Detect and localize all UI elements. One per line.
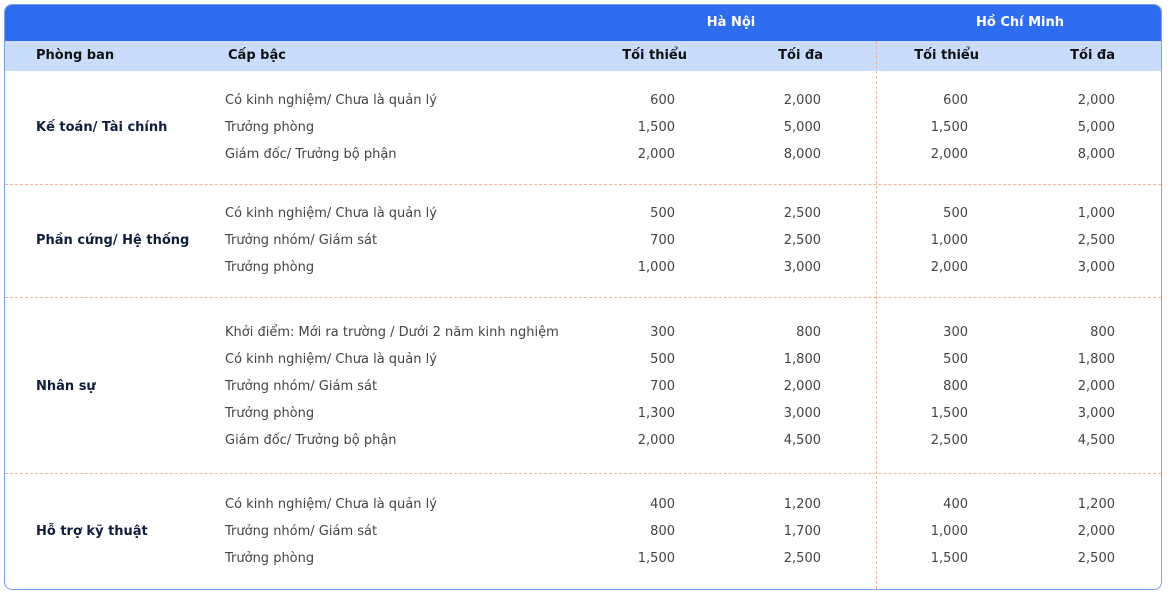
table-row: Có kinh nghiệm/ Chưa là quản lý 600 2,000 6… <box>5 87 1161 114</box>
cell-hcm-min: 400 <box>943 497 968 512</box>
cell-hn-min: 2,000 <box>637 147 675 162</box>
cell-hcm-max: 3,000 <box>1077 406 1115 421</box>
cell-hn-max: 2,000 <box>783 379 821 394</box>
cell-level: Trưởng nhóm/ Giám sát <box>225 379 378 394</box>
cell-hn-min: 1,000 <box>637 260 675 275</box>
city-hanoi-header: Hà Nội <box>706 15 756 30</box>
col-header-hcm-min: Tối thiểu <box>914 48 979 63</box>
cell-hn-max: 1,800 <box>783 352 821 367</box>
cell-hn-max: 2,500 <box>783 206 821 221</box>
cell-hcm-min: 2,000 <box>930 147 968 162</box>
cell-hn-min: 500 <box>650 206 675 221</box>
cell-level: Trưởng nhóm/ Giám sát <box>225 524 378 539</box>
cell-level: Giám đốc/ Trưởng bộ phận <box>225 433 397 448</box>
cell-hcm-max: 1,000 <box>1077 206 1115 221</box>
cell-hn-min: 1,500 <box>637 551 675 566</box>
cell-level: Trưởng nhóm/ Giám sát <box>225 233 378 248</box>
cell-hcm-min: 500 <box>943 206 968 221</box>
cell-hn-min: 2,000 <box>637 433 675 448</box>
cell-hn-max: 2,500 <box>783 233 821 248</box>
group-separator <box>5 473 1161 474</box>
cell-level: Khởi điểm: Mới ra trường / Dưới 2 năm ki… <box>225 325 559 340</box>
column-header-row: Phòng ban Cấp bậc Tối thiểu Tối đa Tối t… <box>5 41 1161 71</box>
cell-level: Có kinh nghiệm/ Chưa là quản lý <box>225 352 437 367</box>
city-hcm-header: Hồ Chí Minh <box>975 15 1065 30</box>
cell-hn-max: 2,500 <box>783 551 821 566</box>
cell-hcm-max: 8,000 <box>1077 147 1115 162</box>
cell-hn-min: 700 <box>650 379 675 394</box>
cell-level: Có kinh nghiệm/ Chưa là quản lý <box>225 93 437 108</box>
cell-hcm-min: 1,000 <box>930 233 968 248</box>
cell-hcm-min: 600 <box>943 93 968 108</box>
cell-hn-min: 1,300 <box>637 406 675 421</box>
cell-hn-min: 700 <box>650 233 675 248</box>
cell-hn-max: 800 <box>796 325 821 340</box>
table-row: Trưởng phòng 1,500 2,500 1,500 2,500 <box>5 545 1161 572</box>
cell-hcm-min: 300 <box>943 325 968 340</box>
cell-hcm-max: 1,200 <box>1077 497 1115 512</box>
col-header-hn-max: Tối đa <box>778 48 823 63</box>
cell-level: Trưởng phòng <box>225 120 315 135</box>
cell-hcm-min: 2,500 <box>930 433 968 448</box>
cell-hn-min: 300 <box>650 325 675 340</box>
cell-hcm-max: 5,000 <box>1077 120 1115 135</box>
col-header-dept: Phòng ban <box>36 48 115 63</box>
cell-hcm-max: 2,500 <box>1077 551 1115 566</box>
cell-hn-min: 1,500 <box>637 120 675 135</box>
cell-level: Giám đốc/ Trưởng bộ phận <box>225 147 397 162</box>
cell-hn-max: 5,000 <box>783 120 821 135</box>
cell-level: Trưởng phòng <box>225 406 315 421</box>
city-header-band: Hà Nội Hồ Chí Minh <box>5 5 1161 41</box>
cell-hcm-max: 800 <box>1090 325 1115 340</box>
table-row: Trưởng phòng 1,000 3,000 2,000 3,000 <box>5 254 1161 281</box>
col-header-level: Cấp bậc <box>228 48 286 63</box>
table-row: Giám đốc/ Trưởng bộ phận 2,000 8,000 2,000 8… <box>5 141 1161 168</box>
group-separator <box>5 297 1161 298</box>
cell-level: Có kinh nghiệm/ Chưa là quản lý <box>225 497 437 512</box>
table-row: Trưởng nhóm/ Giám sát 700 2,500 1,000 2,500 <box>5 227 1161 254</box>
cell-hn-min: 500 <box>650 352 675 367</box>
cell-hn-min: 600 <box>650 93 675 108</box>
table-row: Có kinh nghiệm/ Chưa là quản lý 500 1,800 5… <box>5 346 1161 373</box>
cell-hn-max: 3,000 <box>783 406 821 421</box>
table-row: Trưởng phòng 1,300 3,000 1,500 3,000 <box>5 400 1161 427</box>
cell-hcm-min: 1,000 <box>930 524 968 539</box>
table-row: Có kinh nghiệm/ Chưa là quản lý 500 2,500 5… <box>5 200 1161 227</box>
cell-hcm-max: 3,000 <box>1077 260 1115 275</box>
cell-hcm-min: 1,500 <box>930 406 968 421</box>
cell-hcm-max: 2,000 <box>1077 93 1115 108</box>
cell-hn-max: 1,200 <box>783 497 821 512</box>
table-row: Trưởng nhóm/ Giám sát 700 2,000 800 2,000 <box>5 373 1161 400</box>
cell-hcm-min: 1,500 <box>930 551 968 566</box>
salary-table: Hà Nội Hồ Chí Minh Phòng ban Cấp bậc Tối… <box>4 4 1162 590</box>
cell-hn-min: 800 <box>650 524 675 539</box>
cell-hn-max: 3,000 <box>783 260 821 275</box>
cell-hcm-max: 2,500 <box>1077 233 1115 248</box>
cell-hcm-min: 2,000 <box>930 260 968 275</box>
table-row: Khởi điểm: Mới ra trường / Dưới 2 năm ki… <box>5 319 1161 346</box>
cell-hn-max: 1,700 <box>783 524 821 539</box>
cell-hcm-max: 2,000 <box>1077 379 1115 394</box>
col-header-hn-min: Tối thiểu <box>622 48 687 63</box>
table-row: Trưởng phòng 1,500 5,000 1,500 5,000 <box>5 114 1161 141</box>
cell-hcm-max: 1,800 <box>1077 352 1115 367</box>
cell-hcm-max: 2,000 <box>1077 524 1115 539</box>
col-header-hcm-max: Tối đa <box>1070 48 1115 63</box>
cell-hcm-min: 500 <box>943 352 968 367</box>
cell-hn-max: 4,500 <box>783 433 821 448</box>
group-separator <box>5 184 1161 185</box>
table-row: Có kinh nghiệm/ Chưa là quản lý 400 1,200 4… <box>5 491 1161 518</box>
cell-hcm-min: 800 <box>943 379 968 394</box>
cell-hcm-max: 4,500 <box>1077 433 1115 448</box>
cell-level: Trưởng phòng <box>225 551 315 566</box>
cell-hn-min: 400 <box>650 497 675 512</box>
cell-hcm-min: 1,500 <box>930 120 968 135</box>
cell-hn-max: 2,000 <box>783 93 821 108</box>
cell-hn-max: 8,000 <box>783 147 821 162</box>
table-row: Trưởng nhóm/ Giám sát 800 1,700 1,000 2,000 <box>5 518 1161 545</box>
table-row: Giám đốc/ Trưởng bộ phận 2,000 4,500 2,500 4… <box>5 427 1161 454</box>
cell-level: Trưởng phòng <box>225 260 315 275</box>
cell-level: Có kinh nghiệm/ Chưa là quản lý <box>225 206 437 221</box>
